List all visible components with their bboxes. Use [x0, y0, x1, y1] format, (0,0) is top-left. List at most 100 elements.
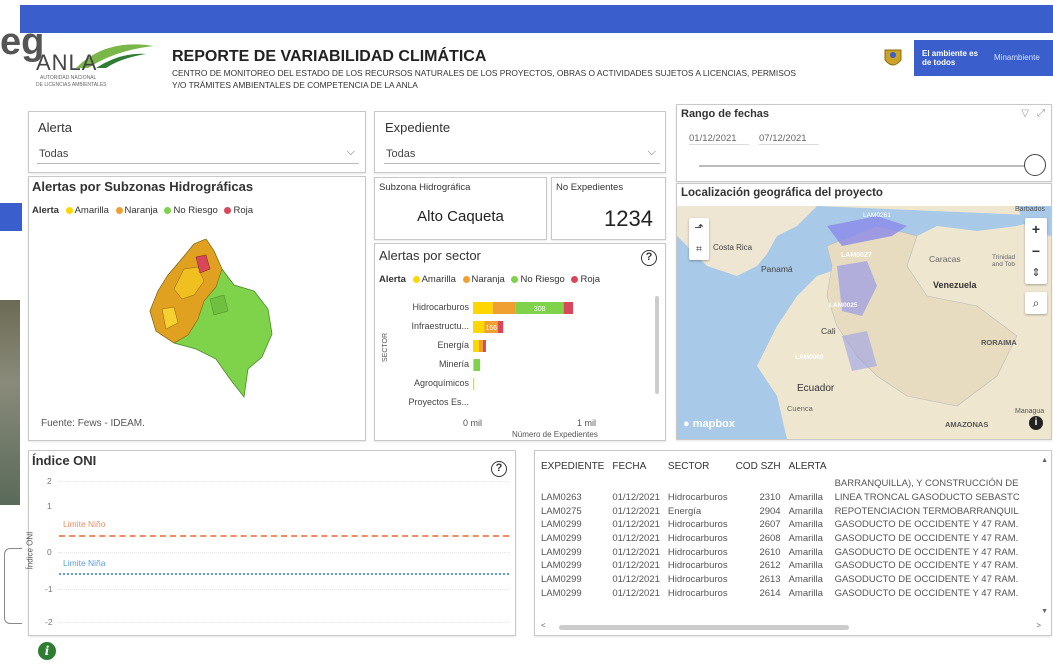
table-cell: 2904	[759, 505, 781, 517]
table-scroll-down-icon[interactable]: ▼	[1041, 608, 1048, 615]
table-hscrollbar[interactable]	[559, 625, 849, 630]
table-row[interactable]: LAM0299 01/12/2021 Hidrocarburos 2608 Amaril…	[537, 532, 1024, 546]
date-slider-handle[interactable]	[1024, 154, 1046, 176]
legend-dot-naranja	[462, 275, 470, 283]
table-cell: REPOTENCIACION TERMOBARRANQUIL	[834, 505, 1019, 517]
table-cell: LAM0263	[541, 492, 582, 504]
table-cell: Hidrocarburos	[667, 587, 728, 599]
table-row[interactable]: LAM0299 01/12/2021 Hidrocarburos 2614 Amaril…	[537, 587, 1024, 601]
legend-title: Alerta	[32, 205, 59, 216]
colombia-subzone-map[interactable]	[144, 239, 284, 399]
legend-amarilla: Amarilla	[421, 274, 456, 285]
oni-help-icon[interactable]: ?	[491, 461, 507, 477]
table-cell: 01/12/2021	[612, 519, 660, 531]
table-row[interactable]: LAM0299 01/12/2021 Hidrocarburos 2613 Amaril…	[537, 573, 1024, 587]
hscroll-left-icon[interactable]: <	[541, 621, 546, 630]
legend-amarilla: Amarilla	[74, 205, 109, 216]
table-scroll-up-icon[interactable]: ▲	[1041, 457, 1048, 464]
table-cell: Hidrocarburos	[667, 533, 728, 545]
table-cell: 2310	[759, 492, 781, 504]
table-header-cell[interactable]: FECHA	[608, 455, 664, 477]
table-row[interactable]: LAM0299 01/12/2021 Hidrocarburos 2610 Amaril…	[537, 545, 1024, 559]
info-icon[interactable]: i	[38, 642, 56, 660]
rect-select-icon[interactable]: ⌗	[689, 239, 709, 260]
sector-bar-amarilla[interactable]	[473, 321, 485, 333]
sector-bar-chart[interactable]: Hidrocarburos 308 Infraestructu... 156 Energ…	[375, 294, 655, 414]
chevron-down-icon: ⌵	[346, 146, 355, 158]
table-header-cell[interactable]: ALERTA	[785, 455, 831, 477]
table-row[interactable]: LAM0299 01/12/2021 Hidrocarburos 2612 Amaril…	[537, 559, 1024, 573]
sector-bar-amarilla[interactable]	[473, 359, 474, 371]
table-cell: Amarilla	[788, 560, 823, 572]
zoom-out-icon[interactable]: −	[1025, 240, 1047, 262]
table-header-cell[interactable]: EXPEDIENTE	[537, 455, 608, 477]
legend-title: Alerta	[379, 274, 406, 285]
lasso-icon[interactable]: ⬏	[689, 218, 709, 239]
sector-chart-title: Alertas por sector	[379, 248, 481, 263]
table-cell: Amarilla	[788, 546, 823, 558]
label-lam0261: LAM0261	[863, 212, 891, 219]
limite-nino-label: Limite Niño	[63, 519, 106, 529]
table-row[interactable]: LAM0263 01/12/2021 Hidrocarburos 2310 Amaril…	[537, 491, 1024, 505]
label-lam0027: LAM0027	[841, 252, 872, 259]
limite-nina-label: Limite Niña	[63, 558, 106, 568]
table-cell: LAM0299	[541, 519, 582, 531]
date-start-input[interactable]: 01/12/2021	[689, 133, 749, 145]
mapbox-label: mapbox	[692, 418, 735, 430]
table-cell: Amarilla	[788, 574, 823, 586]
map-source: Fuente: Fews - IDEAM.	[41, 418, 145, 429]
anla-logo: ANLA AUTORIDAD NACIONAL DE LICENCIAS AMB…	[36, 38, 156, 94]
sector-bar-amarilla[interactable]	[473, 378, 475, 390]
table-cell: Hidrocarburos	[667, 492, 728, 504]
sector-bar-amarilla[interactable]	[473, 340, 479, 352]
table-row[interactable]: LAM0275 01/12/2021 Energía 2904 Amarilla REPO…	[537, 504, 1024, 518]
sector-bar-roja[interactable]	[498, 321, 504, 333]
date-slider-track[interactable]	[699, 165, 1041, 167]
table-cell: 01/12/2021	[612, 546, 660, 558]
expediente-filter-label: Expediente	[385, 120, 451, 135]
legend-no-riesgo: No Riesgo	[173, 205, 218, 216]
map-info-icon[interactable]: i	[1029, 416, 1043, 430]
ministry-text: Minambiente	[994, 53, 1040, 62]
gov-text: El ambiente es de todos	[922, 49, 979, 67]
hscroll-right-icon[interactable]: >	[1036, 621, 1041, 630]
table-cell: Hidrocarburos	[667, 519, 728, 531]
table-row[interactable]: BARRANQUILLA), Y CONSTRUCCIÓN DE	[537, 477, 1024, 491]
sector-bar-naranja[interactable]	[478, 340, 484, 352]
table-header-cell[interactable]: COD SZH	[732, 455, 785, 477]
expand-icon[interactable]: ⤢	[1037, 108, 1045, 119]
sector-bar-naranja[interactable]	[492, 302, 516, 314]
legend-dot-no-riesgo	[511, 275, 519, 283]
sector-bar-no-riesgo[interactable]	[473, 359, 481, 371]
sector-data-label: 156	[485, 325, 497, 332]
subzona-kpi-value: Alto Caqueta	[417, 208, 504, 225]
table-row[interactable]: LAM0299 01/12/2021 Hidrocarburos 2607 Amaril…	[537, 518, 1024, 532]
table-cell: LAM0299	[541, 587, 582, 599]
map-search-icon[interactable]: ⌕	[1025, 292, 1047, 314]
help-icon[interactable]: ?	[641, 250, 657, 266]
table-cell: 2608	[759, 533, 781, 545]
table-header-cell[interactable]	[831, 455, 1024, 477]
expediente-dropdown[interactable]: Todas ⌵	[384, 144, 660, 164]
table-cell: Hidrocarburos	[667, 546, 728, 558]
government-badge: El ambiente es de todos Minambiente	[914, 40, 1053, 76]
sector-bar-amarilla[interactable]	[473, 302, 493, 314]
table-cell: Hidrocarburos	[667, 574, 728, 586]
label-roraima: RORAIMA	[981, 338, 1017, 347]
zoom-in-icon[interactable]: +	[1025, 218, 1047, 240]
sector-scrollbar[interactable]	[655, 296, 659, 394]
sector-category-label: Minería	[439, 359, 469, 369]
table-cell: LAM0299	[541, 533, 582, 545]
table-header-cell[interactable]: SECTOR	[664, 455, 732, 477]
filter-icon[interactable]: ▽	[1021, 108, 1029, 119]
sector-bar-roja[interactable]	[563, 302, 574, 314]
label-trinidad: Trinidad and Tob	[992, 254, 1016, 268]
subzone-legend: Alerta Amarilla Naranja No Riesgo Roja	[32, 205, 253, 216]
geo-map[interactable]: Caracas Trinidad and Tob Venezuela Panam…	[677, 206, 1051, 439]
date-end-input[interactable]: 07/12/2021	[759, 133, 819, 145]
background-blue-strip	[0, 203, 22, 231]
alerta-dropdown[interactable]: Todas ⌵	[37, 144, 359, 164]
sector-bar-roja[interactable]	[483, 340, 486, 352]
compass-icon[interactable]: ⇕	[1025, 262, 1047, 284]
legend-no-riesgo: No Riesgo	[520, 274, 565, 285]
